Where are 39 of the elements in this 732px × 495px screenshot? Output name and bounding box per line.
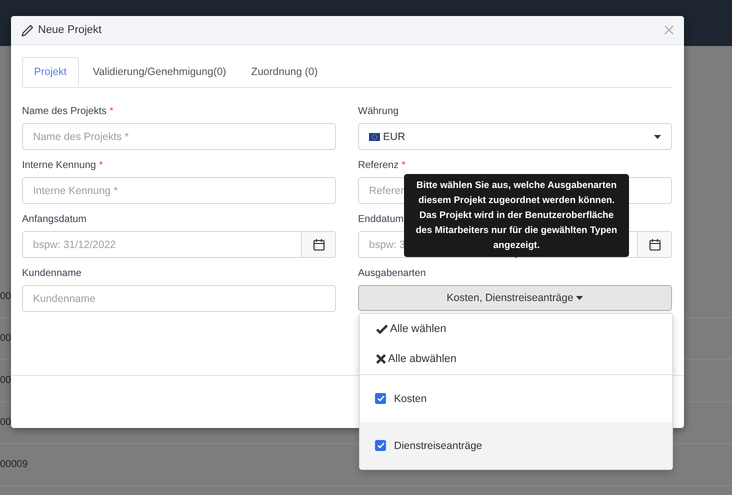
- field-label: Interne Kennung: [22, 160, 96, 171]
- tab[interactable]: Zuordnung (0): [240, 57, 329, 87]
- table-cell: 00: [0, 291, 12, 302]
- checkbox[interactable]: [375, 393, 386, 404]
- menu-option[interactable]: Dienstreiseanträge: [360, 422, 672, 469]
- field-label: Anfangsdatum: [22, 214, 86, 225]
- caret-icon: [576, 296, 584, 300]
- tooltip: Bitte wählen Sie aus, welche Ausgabenarten diesem Projekt zugeordnet werden können. Das Projekt wird in der Benutzeroberfläche des Mitarbeiters nur für die gewählten Typen angezeigt.: [404, 174, 629, 257]
- field-label: Ausgabenarten: [358, 268, 426, 279]
- field-label: Währung: [358, 106, 399, 117]
- tab[interactable]: Validierung/Genehmigung(0): [82, 57, 238, 87]
- field-label: Name des Projekts: [22, 106, 106, 117]
- required-mark: *: [402, 160, 406, 171]
- checkbox[interactable]: [375, 440, 386, 451]
- dialog-title: Neue Projekt: [38, 24, 102, 36]
- tab[interactable]: Projekt: [22, 57, 79, 87]
- calendar-button[interactable]: [302, 231, 336, 258]
- required-mark: *: [109, 106, 114, 117]
- caret-icon: [654, 134, 661, 138]
- check-icon: [376, 324, 388, 334]
- table-cell: 00009: [0, 459, 28, 470]
- pencil-icon: [21, 24, 34, 36]
- field-label: Referenz: [358, 160, 399, 171]
- field-label: Kundenname: [22, 268, 82, 279]
- required-mark: *: [98, 160, 103, 171]
- menu-item[interactable]: Alle wählen: [360, 314, 672, 344]
- calendar-icon: [648, 238, 660, 251]
- table-cell: 00: [0, 375, 12, 386]
- table-cell: 00: [0, 333, 12, 344]
- field-label: Enddatum: [358, 214, 404, 225]
- calendar-button[interactable]: [638, 231, 672, 258]
- close-icon: [376, 354, 386, 364]
- flag-icon: [369, 132, 380, 140]
- menu-option[interactable]: Kosten: [360, 375, 672, 422]
- expense-type-dropdown[interactable]: Kosten, Dienstreiseanträge: [358, 285, 672, 311]
- menu-item[interactable]: Alle abwählen: [360, 344, 672, 374]
- calendar-icon: [312, 238, 324, 251]
- currency-select[interactable]: EUR: [358, 123, 672, 150]
- table-cell: 00: [0, 417, 12, 428]
